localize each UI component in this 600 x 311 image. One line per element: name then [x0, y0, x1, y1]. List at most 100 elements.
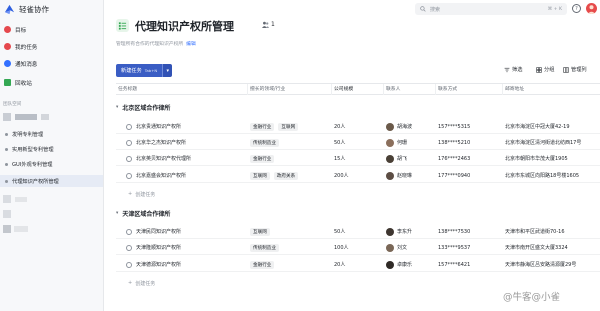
page-subtitle: 管理所有合作的代理知识产权所 编辑 [116, 40, 196, 47]
group-icon [536, 66, 542, 73]
task-title-cell[interactable]: 天津民同知识产权所 [126, 225, 248, 238]
size-cell[interactable]: 15人 [334, 152, 384, 165]
field-cell[interactable]: 互联网 [250, 225, 332, 238]
address-cell[interactable]: 天津市南开区盛文大厦3324 [505, 241, 600, 254]
field-cell[interactable]: 传统制造业 [250, 136, 332, 149]
table-row[interactable]: 北京华之杰知识产权所 传统制造业 50人 何珊 138****5210 北京市海… [116, 136, 600, 150]
sidebar-project-utility[interactable]: 实用新型专利管理 [0, 143, 103, 155]
field-cell[interactable]: 传统制造业 [250, 241, 332, 254]
phone-cell[interactable]: 157****5315 [438, 120, 503, 133]
address-cell[interactable]: 北京市朝阳市华茂大厦1905 [505, 152, 600, 165]
contact-cell[interactable]: 赵晓琳 [386, 169, 436, 182]
nav-item-my-tasks[interactable]: 我的任务 [3, 41, 101, 52]
add-task-row[interactable]: + 创建任务 [116, 277, 600, 289]
phone-cell[interactable]: 157****6421 [438, 258, 503, 271]
group-name: 北京区域合作律所 [122, 105, 171, 112]
address-cell[interactable]: 天津市和平区武道街70-16 [505, 225, 600, 238]
address-cell[interactable]: 北京市海淀区清河街道北纺西17号 [505, 136, 600, 149]
app-brand[interactable]: 轻雀协作 [4, 3, 49, 15]
complete-checkbox[interactable] [126, 228, 132, 235]
task-title-cell[interactable]: 天津隆顺知识产权所 [126, 241, 248, 254]
contact-cell[interactable]: 胡海波 [386, 120, 436, 133]
complete-checkbox[interactable] [126, 244, 132, 251]
redacted-block [3, 225, 11, 233]
member-count[interactable]: 1 [262, 21, 275, 28]
tag: 互联网 [278, 122, 299, 131]
sidebar-project-invention[interactable]: 发明专利管理 [0, 128, 103, 140]
column-header-title[interactable]: 任务标题 [116, 84, 248, 95]
contact-cell[interactable]: 刘文 [386, 241, 436, 254]
contact-cell[interactable]: 胡飞 [386, 152, 436, 165]
contact-name: 刘文 [397, 245, 408, 251]
task-title: 北京贵通知识产权所 [136, 124, 182, 130]
manage-columns-button[interactable]: 管理列 [563, 66, 587, 73]
new-task-button[interactable]: 新建任务 Tab+N [116, 64, 163, 77]
table-row[interactable]: 天津德源知识产权所 金融行业 20人 卓康乐 157****6421 天津市静海… [116, 258, 600, 272]
field-cell[interactable]: 金融行业 [250, 258, 332, 271]
people-icon [262, 21, 269, 28]
phone-cell[interactable]: 176****2463 [438, 152, 503, 165]
size-cell[interactable]: 20人 [334, 120, 384, 133]
help-button[interactable]: ? [572, 4, 581, 13]
field-cell[interactable]: 互联网 政府关系 [250, 169, 332, 182]
address-cell[interactable]: 天津市静海区吕安路清源厦29号 [505, 258, 600, 271]
filter-button[interactable]: 筛选 [504, 66, 522, 73]
sidebar-project-agency[interactable]: 代理知识产权所管理 [0, 175, 103, 187]
project-label: 实用新型专利管理 [12, 146, 54, 153]
size-cell[interactable]: 50人 [334, 225, 384, 238]
complete-checkbox[interactable] [126, 155, 132, 162]
search-box[interactable]: 搜索 ⌘ + K [415, 3, 567, 15]
sidebar-project-gui[interactable]: GUI外观专利管理 [0, 158, 103, 170]
group-header[interactable]: ▾ 天津区域合作律所 [116, 209, 170, 218]
search-placeholder: 搜索 [430, 6, 441, 13]
address-cell[interactable]: 北京市海淀区中冠大厦42-19 [505, 120, 600, 133]
redacted-block [15, 197, 27, 202]
phone-cell[interactable]: 133****9537 [438, 241, 503, 254]
complete-checkbox[interactable] [126, 139, 132, 146]
task-title-cell[interactable]: 天津德源知识产权所 [126, 258, 248, 271]
task-title-cell[interactable]: 北京贵通知识产权所 [126, 120, 248, 133]
size-cell[interactable]: 50人 [334, 136, 384, 149]
column-header-phone[interactable]: 联系方式 [436, 84, 503, 95]
table-row[interactable]: 天津民同知识产权所 互联网 50人 李东升 138****7530 天津市和平区… [116, 225, 600, 239]
address-cell[interactable]: 北京市东城区向阳路18号楼1605 [505, 169, 600, 182]
field-cell[interactable]: 金融行业 [250, 152, 332, 165]
group-button[interactable]: 分组 [536, 66, 554, 73]
task-title-cell[interactable]: 北京华之杰知识产权所 [126, 136, 248, 149]
table-row[interactable]: 天津隆顺知识产权所 传统制造业 100人 刘文 133****9537 天津市南… [116, 241, 600, 255]
column-header-size[interactable]: 公司规模 [332, 84, 384, 95]
phone-cell[interactable]: 138****7530 [438, 225, 503, 238]
group-header[interactable]: ▾ 北京区域合作律所 [116, 103, 170, 112]
size-cell[interactable]: 20人 [334, 258, 384, 271]
complete-checkbox[interactable] [126, 123, 132, 130]
table-row[interactable]: 北京贵通知识产权所 金融行业 互联网 20人 胡海波 157****5315 北… [116, 120, 600, 134]
contact-cell[interactable]: 李东升 [386, 225, 436, 238]
complete-checkbox[interactable] [126, 261, 132, 268]
size-cell[interactable]: 100人 [334, 241, 384, 254]
team-switcher[interactable] [3, 113, 49, 121]
table-row[interactable]: 北京嘉盛会知识产权所 互联网 政府关系 200人 赵晓琳 177****0940… [116, 169, 600, 183]
nav-item-notifications[interactable]: 通知消息 [3, 58, 101, 69]
task-title-cell[interactable]: 北京嘉盛会知识产权所 [126, 169, 248, 182]
contact-cell[interactable]: 卓康乐 [386, 258, 436, 271]
field-cell[interactable]: 金融行业 互联网 [250, 120, 332, 133]
group-label: 分组 [544, 67, 555, 73]
complete-checkbox[interactable] [126, 172, 132, 179]
contact-cell[interactable]: 何珊 [386, 136, 436, 149]
new-task-label: 新建任务 [121, 68, 142, 74]
add-task-label: 创建任务 [135, 280, 156, 287]
size-cell[interactable]: 200人 [334, 169, 384, 182]
nav-item-trash[interactable]: 回收站 [3, 77, 101, 88]
new-task-dropdown[interactable]: ▾ [162, 64, 173, 77]
task-title-cell[interactable]: 北京英贝知识产权代理所 [126, 152, 248, 165]
column-header-address[interactable]: 邮寄地址 [503, 84, 600, 95]
edit-description-link[interactable]: 编辑 [186, 42, 196, 47]
phone-cell[interactable]: 138****5210 [438, 136, 503, 149]
phone-cell[interactable]: 177****0940 [438, 169, 503, 182]
column-header-field[interactable]: 擅长的领域/行业 [248, 84, 332, 95]
column-header-contact[interactable]: 联系人 [384, 84, 436, 95]
table-row[interactable]: 北京英贝知识产权代理所 金融行业 15人 胡飞 176****2463 北京市朝… [116, 152, 600, 166]
nav-item-goals[interactable]: 目标 [3, 24, 101, 35]
add-task-row[interactable]: + 创建任务 [116, 188, 600, 200]
user-avatar[interactable] [586, 3, 597, 14]
